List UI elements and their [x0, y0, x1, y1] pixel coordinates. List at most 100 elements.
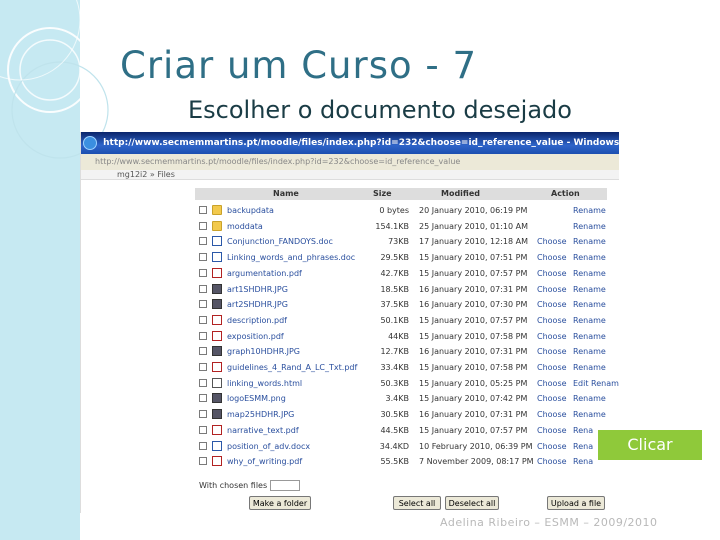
row-checkbox[interactable]	[199, 378, 207, 387]
file-name-link[interactable]: exposition.pdf	[227, 329, 284, 344]
row-checkbox[interactable]	[199, 253, 207, 262]
address-bar[interactable]: http://www.secmemmartins.pt/moodle/files…	[81, 154, 619, 170]
column-name[interactable]: Name	[273, 188, 299, 200]
file-size: 44.5KB	[380, 425, 409, 435]
rename-link[interactable]: Rena	[573, 439, 593, 454]
table-row: backupdata 0 bytes 20 January 2010, 06:19 …	[195, 203, 611, 218]
file-size: 30.5KB	[380, 410, 409, 420]
row-checkbox[interactable]	[199, 315, 207, 324]
rename-link[interactable]: Rename	[573, 297, 606, 312]
ie-icon	[83, 135, 97, 150]
table-row: map25HDHR.JPG 30.5KB 16 January 2010, 07:3…	[195, 407, 611, 422]
file-modified: 15 January 2010, 07:57 PM	[419, 315, 528, 325]
rename-link[interactable]: Rena	[573, 423, 593, 438]
with-chosen-select[interactable]	[269, 480, 300, 491]
clicar-callout[interactable]: Clicar	[598, 430, 702, 460]
file-name-link[interactable]: Conjunction_FANDOYS.doc	[227, 234, 333, 249]
file-name-link[interactable]: map25HDHR.JPG	[227, 407, 294, 422]
choose-link[interactable]: Choose	[537, 297, 567, 312]
row-checkbox[interactable]	[199, 425, 207, 434]
rename-link[interactable]: Rename	[573, 250, 606, 265]
file-name-link[interactable]: description.pdf	[227, 313, 287, 328]
upload-file-button[interactable]: Upload a file	[547, 496, 605, 510]
deselect-all-button[interactable]: Deselect all	[445, 496, 499, 510]
file-size: 50.1KB	[380, 315, 409, 325]
file-name-link[interactable]: graph10HDHR.JPG	[227, 344, 300, 359]
table-row: position_of_adv.docx 34.4KD 10 February 20…	[195, 439, 611, 454]
browser-title-bar: http://www.secmemmartins.pt/moodle/files…	[81, 132, 619, 154]
file-name-link[interactable]: Linking_words_and_phrases.doc	[227, 250, 355, 265]
pdf-icon	[212, 330, 222, 341]
column-size[interactable]: Size	[373, 188, 392, 200]
file-size: 42.7KB	[380, 268, 409, 278]
rename-link[interactable]: Rename	[573, 282, 606, 297]
make-folder-button[interactable]: Make a folder	[249, 496, 311, 510]
row-checkbox[interactable]	[199, 221, 207, 230]
file-name-link[interactable]: why_of_writing.pdf	[227, 454, 302, 469]
breadcrumb: mg12i2 » Files	[81, 170, 619, 180]
image-icon	[212, 283, 222, 294]
file-name-link[interactable]: argumentation.pdf	[227, 266, 302, 281]
browser-window-title: http://www.secmemmartins.pt/moodle/files…	[103, 138, 619, 148]
choose-link[interactable]: Choose	[537, 407, 567, 422]
choose-link[interactable]: Choose	[537, 344, 567, 359]
file-modified: 10 February 2010, 06:39 PM	[419, 441, 533, 451]
image-icon	[212, 393, 222, 404]
file-name-link[interactable]: art2SHDHR.JPG	[227, 297, 288, 312]
choose-link[interactable]: Choose	[537, 360, 567, 375]
row-checkbox[interactable]	[199, 394, 207, 403]
file-modified: 16 January 2010, 07:31 PM	[419, 284, 528, 294]
table-row: art1SHDHR.JPG 18.5KB 16 January 2010, 07:3…	[195, 282, 611, 297]
row-checkbox[interactable]	[199, 347, 207, 356]
rename-link[interactable]: Rename	[573, 344, 606, 359]
table-row: why_of_writing.pdf 55.5KB 7 November 2009,…	[195, 454, 611, 469]
choose-link[interactable]: Choose	[537, 391, 567, 406]
row-checkbox[interactable]	[199, 284, 207, 293]
row-checkbox[interactable]	[199, 237, 207, 246]
choose-link[interactable]: Choose	[537, 250, 567, 265]
row-checkbox[interactable]	[199, 363, 207, 371]
choose-link[interactable]: Choose	[537, 282, 567, 297]
rename-link[interactable]: Rename	[573, 219, 606, 234]
row-checkbox[interactable]	[199, 331, 207, 340]
rename-link[interactable]: Rename	[573, 234, 606, 249]
pdf-icon	[212, 424, 222, 435]
file-name-link[interactable]: position_of_adv.docx	[227, 439, 310, 454]
row-checkbox[interactable]	[199, 410, 207, 419]
file-name-link[interactable]: backupdata	[227, 203, 274, 218]
file-name-link[interactable]: linking_words.html	[227, 376, 302, 391]
file-name-link[interactable]: guidelines_4_Rand_A_LC_Txt.pdf	[227, 360, 357, 375]
rename-link[interactable]: Rename	[573, 407, 606, 422]
rename-link[interactable]: Rename	[573, 360, 606, 375]
column-modified[interactable]: Modified	[441, 188, 480, 200]
choose-link[interactable]: Choose	[537, 423, 567, 438]
table-row: linking_words.html 50.3KB 15 January 2010,…	[195, 376, 619, 391]
choose-link[interactable]: Choose	[537, 266, 567, 281]
choose-link[interactable]: Choose	[537, 234, 567, 249]
choose-link[interactable]: Choose	[537, 329, 567, 344]
row-checkbox[interactable]	[199, 300, 207, 309]
choose-link[interactable]: Choose	[537, 439, 567, 454]
row-checkbox[interactable]	[199, 268, 207, 277]
rename-link[interactable]: Rename	[573, 266, 606, 281]
row-checkbox[interactable]	[199, 206, 207, 214]
row-checkbox[interactable]	[199, 457, 207, 466]
select-all-button[interactable]: Select all	[393, 496, 441, 510]
rename-link[interactable]: Rena	[573, 454, 593, 469]
choose-link[interactable]: Choose	[537, 454, 567, 469]
file-name-link[interactable]: narrative_text.pdf	[227, 423, 299, 438]
table-row: exposition.pdf 44KB 15 January 2010, 07:58…	[195, 329, 611, 344]
file-modified: 20 January 2010, 06:19 PM	[419, 206, 528, 215]
rename-link[interactable]: Rename	[573, 313, 606, 328]
pdf-icon	[212, 267, 222, 278]
rename-link[interactable]: Rename	[573, 391, 606, 406]
file-name-link[interactable]: art1SHDHR.JPG	[227, 282, 288, 297]
choose-link[interactable]: Choose	[537, 313, 567, 328]
row-checkbox[interactable]	[199, 441, 207, 450]
rename-link[interactable]: Rename	[573, 329, 606, 344]
rename-link[interactable]: Rename	[573, 203, 606, 218]
choose-link[interactable]: Choose	[537, 376, 567, 391]
file-name-link[interactable]: moddata	[227, 219, 263, 234]
file-name-link[interactable]: logoESMM.png	[227, 391, 286, 406]
rename-link[interactable]: Edit Rename	[573, 376, 619, 391]
